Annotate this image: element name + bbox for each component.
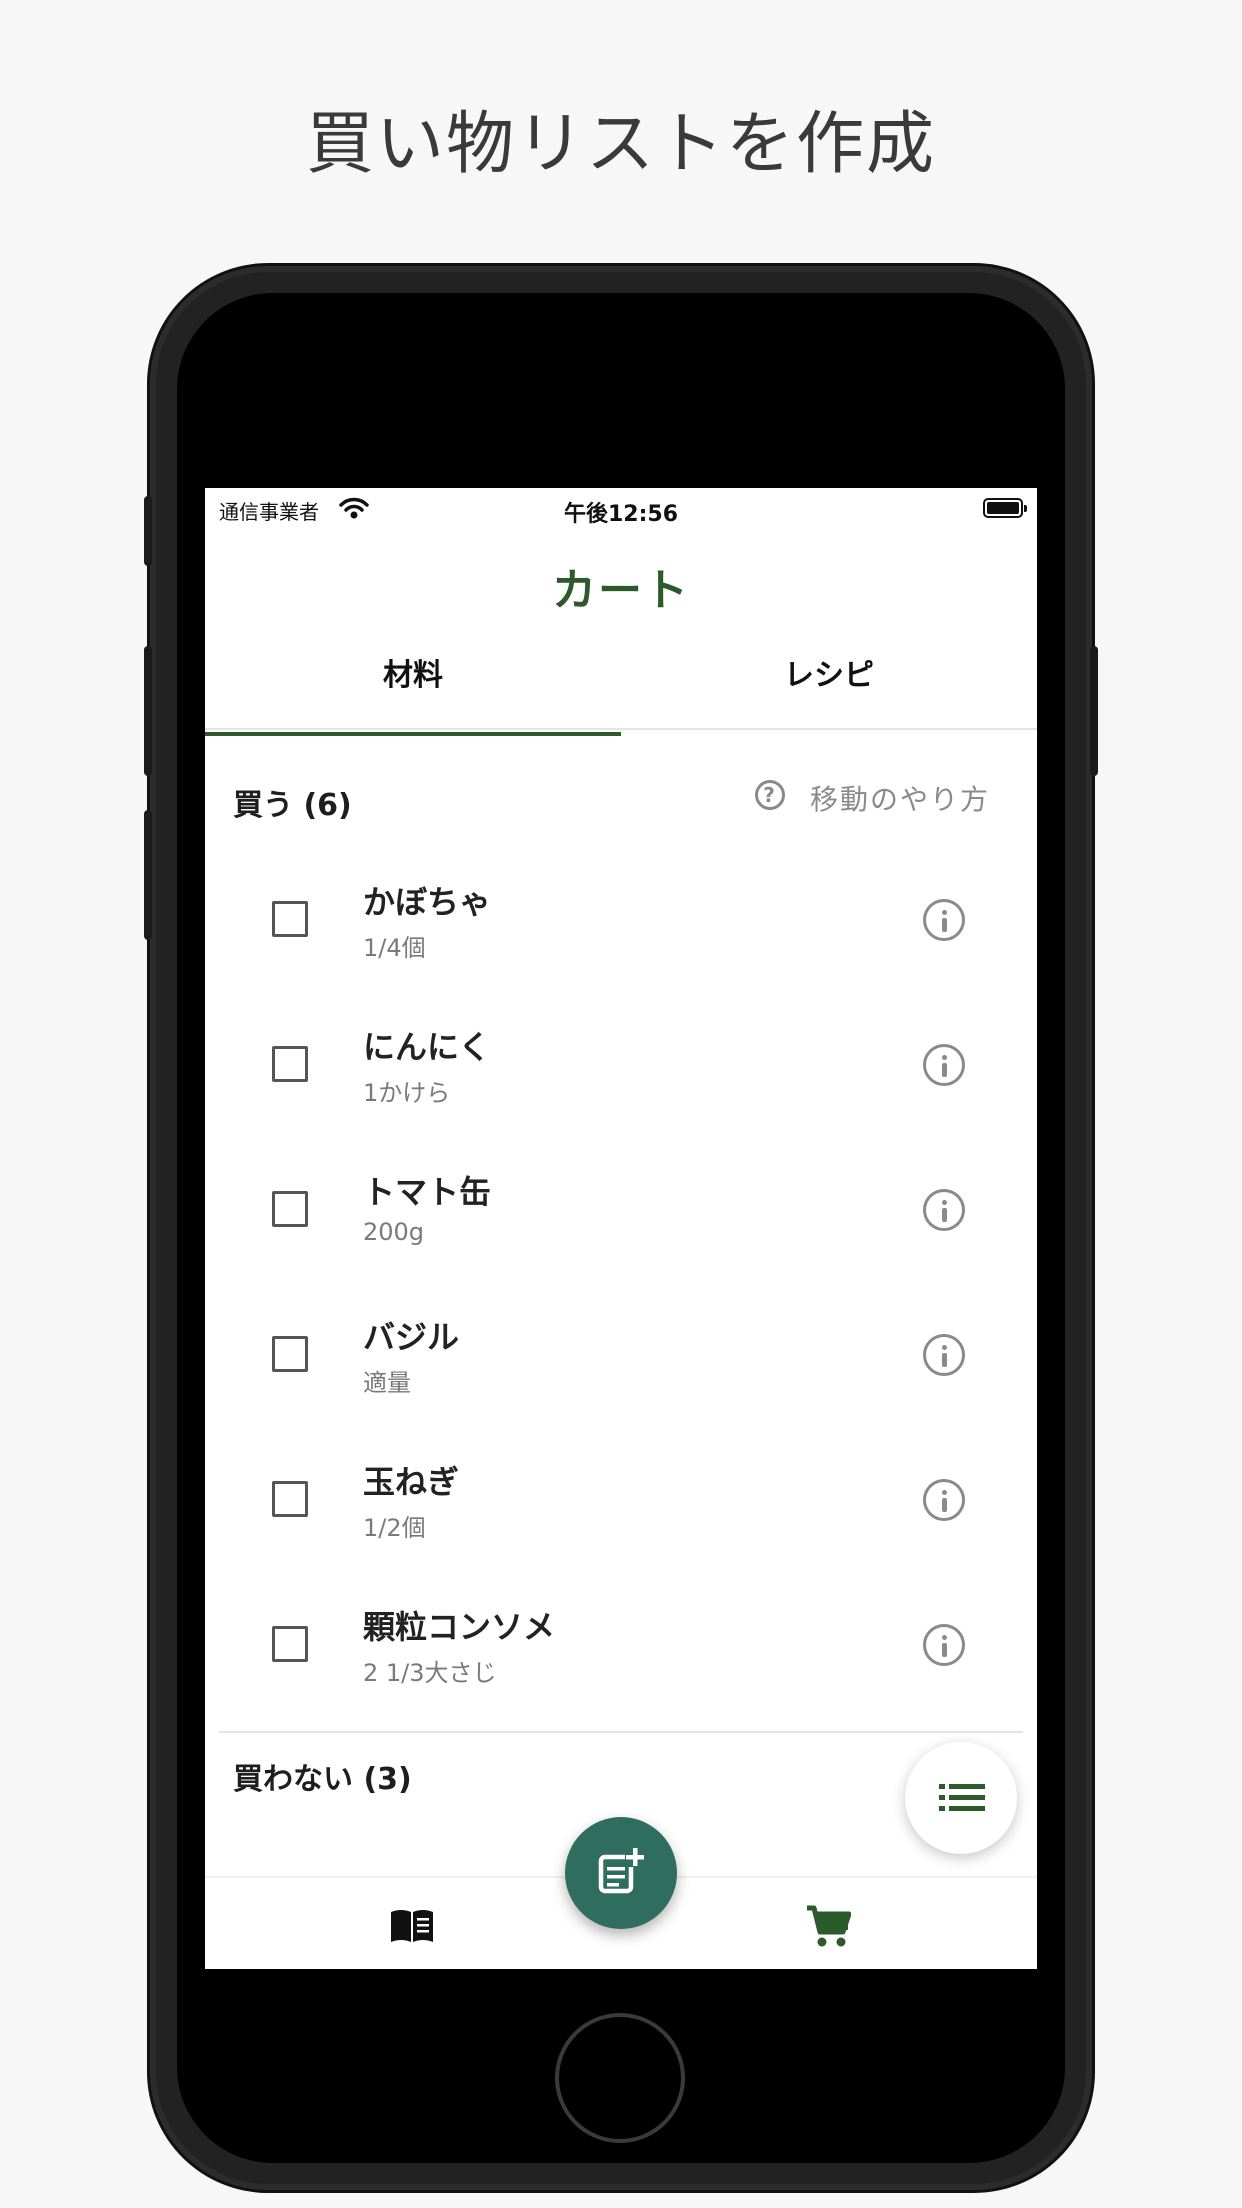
item-name: 顆粒コンソメ [363,1608,556,1646]
tab-ingredients[interactable]: 材料 [205,648,621,726]
power-button [1090,646,1098,776]
item-quantity: 200g [363,1218,425,1246]
list-item: トマト缶 200g [205,1145,1037,1290]
section-divider [219,1731,1023,1733]
list-item: 顆粒コンソメ 2 1/3大さじ [205,1580,1037,1725]
status-time: 午後12:56 [563,502,679,527]
volume-up-button [144,646,152,776]
checkbox[interactable] [272,1191,308,1227]
list-item: バジル 適量 [205,1290,1037,1435]
question-circle-icon: ? [755,780,785,810]
checkbox[interactable] [272,1481,308,1517]
item-name: バジル [363,1318,460,1356]
item-quantity: 1かけら [363,1079,451,1107]
volume-down-button [144,810,152,940]
add-to-list-button[interactable] [565,1817,677,1929]
checkbox[interactable] [272,1046,308,1082]
info-icon[interactable] [923,1624,965,1666]
book-icon[interactable] [389,1908,435,1944]
tab-bar: 材料 レシピ [205,648,1037,730]
tab-indicator [205,732,621,736]
list-item: 玉ねぎ 1/2個 [205,1435,1037,1580]
page-title: カート [552,565,690,616]
mute-switch [144,496,152,566]
checkbox[interactable] [272,901,308,937]
info-icon[interactable] [923,1189,965,1231]
item-name: にんにく [363,1028,491,1066]
status-bar: 通信事業者 午後12:56 [205,488,1037,532]
item-quantity: 1/4個 [363,934,426,962]
checkbox[interactable] [272,1626,308,1662]
tab-recipes[interactable]: レシピ [621,648,1037,726]
info-icon[interactable] [923,1044,965,1086]
info-icon[interactable] [923,1334,965,1376]
item-quantity: 2 1/3大さじ [363,1659,497,1687]
promo-title: 買い物リストを作成 [305,105,936,184]
add-note-icon [598,1847,645,1894]
list-item: にんにく 1かけら [205,1000,1037,1145]
app-screen: 通信事業者 午後12:56 カート 材料 レシピ 買う (6) ? 移動のやり方… [205,488,1037,1969]
checkbox[interactable] [272,1336,308,1372]
list-icon [939,1784,985,1811]
info-icon[interactable] [923,1479,965,1521]
list-item: かぼちゃ 1/4個 [205,855,1037,1000]
buy-section-header: 買う (6) [233,788,352,823]
cart-icon[interactable] [805,1904,851,1948]
skip-section-header: 買わない (3) [233,1762,412,1797]
item-name: トマト缶 [363,1173,492,1211]
list-toggle-button[interactable] [905,1742,1017,1854]
item-name: かぼちゃ [363,883,492,921]
info-icon[interactable] [923,899,965,941]
battery-icon [983,498,1027,518]
item-name: 玉ねぎ [363,1463,460,1501]
home-button[interactable] [555,2013,685,2143]
item-quantity: 適量 [363,1369,411,1397]
how-to-move-label: 移動のやり方 [810,783,991,816]
item-quantity: 1/2個 [363,1514,426,1542]
